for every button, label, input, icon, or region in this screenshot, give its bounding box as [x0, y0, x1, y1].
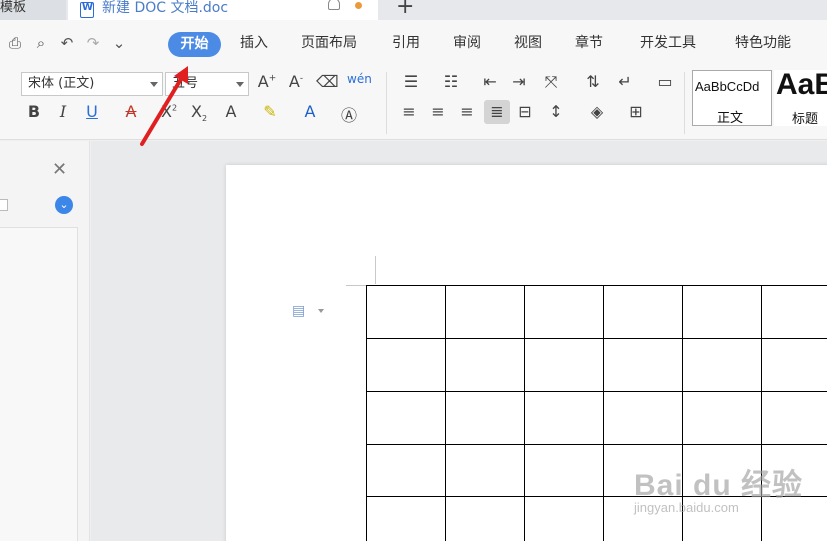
menu-home[interactable]: 开始	[168, 32, 221, 57]
show-marks-icon[interactable]: ↵	[614, 72, 636, 91]
style-normal[interactable]: AaBbCcDd 正文	[692, 70, 772, 126]
style-heading-label: 标题	[792, 112, 819, 127]
table-column-border	[603, 285, 604, 541]
menu-review[interactable]: 审阅	[453, 32, 481, 52]
menu-references[interactable]: 引用	[392, 32, 420, 52]
quick-access-toolbar: ⎙ ⌕ ↶ ↷ ⌄	[4, 34, 130, 52]
ribbon-separator	[386, 72, 387, 134]
distributed-align-icon[interactable]: ⊟	[514, 102, 536, 121]
table-column-border	[445, 285, 446, 541]
character-shading-icon[interactable]: Ⓐ	[338, 102, 360, 126]
table-row-border	[366, 338, 827, 339]
document-tab-title: 新建 DOC 文档.doc	[102, 0, 229, 16]
font-color-icon[interactable]: A	[299, 102, 321, 121]
shrink-font-icon[interactable]: A-	[285, 72, 307, 91]
style-heading-preview: AaB	[776, 68, 827, 101]
table-column-border	[366, 285, 367, 541]
sort-icon[interactable]: ⇅	[582, 72, 604, 91]
redo-icon[interactable]: ↷	[82, 34, 104, 52]
table-column-border	[524, 285, 525, 541]
toggle-pane-icon[interactable]: ⌄	[55, 196, 73, 214]
undo-icon[interactable]: ↶	[56, 34, 78, 52]
close-icon[interactable]: ✕	[52, 159, 67, 180]
menu-page-layout[interactable]: 页面布局	[301, 32, 357, 52]
tab-document[interactable]: 新建 DOC 文档.doc	[68, 0, 378, 20]
margin-corner-mark	[346, 285, 368, 286]
chevron-down-icon[interactable]	[318, 309, 324, 313]
menu-bar: ⎙ ⌕ ↶ ↷ ⌄ 开始 插入 页面布局 引用 审阅 视图 章节 开发工具 特色…	[0, 20, 827, 68]
customize-toolbar-icon[interactable]: ⌄	[108, 34, 130, 52]
tab-bar: 模板 新建 DOC 文档.doc +	[0, 0, 827, 20]
watermark: Bai du 经验 jingyan.baidu.com	[634, 460, 804, 515]
margin-corner-mark	[375, 256, 376, 284]
table-row-border	[366, 444, 827, 445]
align-right-icon[interactable]: ≡	[456, 102, 478, 121]
new-tab-button[interactable]: +	[396, 0, 414, 19]
collapse-pane-icon[interactable]	[0, 199, 8, 211]
ruler-icon[interactable]: ▭	[654, 72, 676, 91]
print-icon[interactable]: ⎙	[4, 34, 26, 52]
text-effect-icon[interactable]: A	[220, 102, 242, 121]
grow-font-icon[interactable]: A+	[256, 72, 278, 91]
borders-icon[interactable]: ⊞	[625, 102, 647, 121]
clear-format-icon[interactable]: ⌫	[316, 72, 339, 91]
underline-icon[interactable]: U	[81, 102, 103, 121]
unsaved-dot-icon	[355, 2, 362, 9]
annotation-arrow	[140, 66, 188, 146]
font-name-value: 宋体 (正文)	[28, 76, 95, 91]
style-normal-label: 正文	[717, 111, 744, 126]
align-left-icon[interactable]: ≡	[398, 102, 420, 121]
ribbon-separator	[684, 72, 685, 134]
table-row-border	[366, 285, 827, 286]
style-normal-preview: AaBbCcDd	[695, 79, 760, 94]
watermark-main: Bai du 经验	[634, 469, 804, 502]
menu-developer[interactable]: 开发工具	[640, 32, 696, 52]
menu-insert[interactable]: 插入	[240, 32, 268, 52]
chinese-layout-icon[interactable]: ⤧	[540, 72, 562, 92]
table-options-icon[interactable]: ▤	[292, 303, 305, 319]
align-center-icon[interactable]: ≡	[427, 102, 449, 121]
print-preview-icon[interactable]: ⌕	[30, 34, 52, 52]
tab-templates-label: 模板	[0, 0, 27, 15]
menu-chapter[interactable]: 章节	[575, 32, 603, 52]
highlight-icon[interactable]: ✎	[259, 102, 281, 121]
word-doc-icon	[80, 2, 94, 18]
line-spacing-icon[interactable]: ↕	[545, 102, 567, 121]
watermark-sub: jingyan.baidu.com	[634, 500, 739, 515]
tab-templates[interactable]: 模板	[0, 0, 66, 20]
ribbon-home: 宋体 (正文) 五号 A+ A- ⌫ wén B I U A X2 X2 A ✎…	[0, 68, 827, 140]
phonetic-guide-icon[interactable]: wén	[347, 72, 372, 86]
align-justify-icon: ≣	[490, 102, 504, 121]
table-row-border	[366, 391, 827, 392]
bullet-list-icon[interactable]: ☰	[400, 72, 422, 91]
navigation-list[interactable]	[0, 227, 78, 541]
pin-icon[interactable]	[328, 0, 340, 10]
navigation-pane: ✕ ⌄	[0, 141, 90, 541]
menu-special-features[interactable]: 特色功能	[735, 32, 791, 52]
style-heading[interactable]: AaB 标题	[774, 68, 827, 127]
decrease-indent-icon[interactable]: ⇤	[479, 72, 501, 91]
menu-view[interactable]: 视图	[514, 32, 542, 52]
chevron-down-icon	[236, 82, 244, 87]
italic-icon[interactable]: I	[52, 102, 74, 121]
increase-indent-icon[interactable]: ⇥	[508, 72, 530, 91]
numbered-list-icon[interactable]: ☷	[440, 72, 462, 91]
shading-fill-icon[interactable]: ◈	[586, 102, 608, 121]
bold-icon[interactable]: B	[23, 102, 45, 121]
